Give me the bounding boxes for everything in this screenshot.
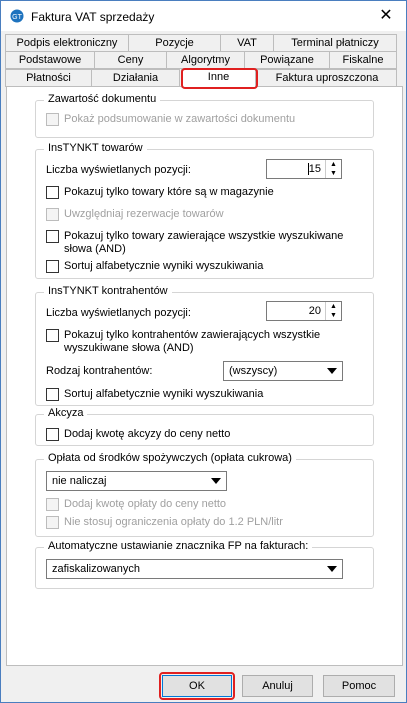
spinner-buttons: ▲ ▼ bbox=[325, 160, 341, 178]
kontrahenci-all-words-label-2: wyszukiwane słowa (AND) bbox=[64, 342, 194, 354]
kontrahenci-count-value: 20 bbox=[308, 305, 321, 317]
oplata-no-limit-checkbox[interactable] bbox=[46, 516, 59, 529]
close-icon[interactable]: ✕ bbox=[372, 4, 400, 28]
kontrahenci-count-spinner[interactable]: 20 ▲ ▼ bbox=[266, 301, 342, 321]
kontrahenci-sort-label: Sortuj alfabetycznie wyniki wyszukiwania bbox=[64, 388, 264, 400]
show-summary-checkbox[interactable] bbox=[46, 113, 59, 126]
text-cursor bbox=[308, 163, 309, 175]
chevron-down-icon bbox=[327, 566, 337, 572]
fp-select-value: zafiskalizowanych bbox=[52, 563, 141, 575]
group-title: Opłata od środków spożywczych (opłata cu… bbox=[44, 452, 296, 464]
only-in-stock-checkbox[interactable] bbox=[46, 186, 59, 199]
kontrahenci-all-words-label-1: Pokazuj tylko kontrahentów zawierających… bbox=[64, 329, 321, 341]
dialog-window: GT Faktura VAT sprzedaży ✕ Podpis elektr… bbox=[0, 0, 407, 703]
only-in-stock-label: Pokazuj tylko towary które są w magazyni… bbox=[64, 186, 274, 198]
group-title: Automatyczne ustawianie znacznika FP na … bbox=[44, 540, 313, 552]
cancel-button[interactable]: Anuluj bbox=[242, 675, 313, 697]
reservations-checkbox[interactable] bbox=[46, 208, 59, 221]
tab-fiskalne[interactable]: Fiskalne bbox=[329, 51, 397, 69]
kontrahenci-all-words-checkbox[interactable] bbox=[46, 329, 59, 342]
tab-dzialania[interactable]: Działania bbox=[91, 69, 180, 87]
oplata-no-limit-label: Nie stosuj ograniczenia opłaty do 1.2 PL… bbox=[64, 516, 283, 528]
kontrahenci-type-value: (wszyscy) bbox=[229, 365, 278, 377]
spinner-buttons: ▲ ▼ bbox=[325, 302, 341, 320]
towary-count-value: 15 bbox=[308, 163, 321, 175]
kontrahenci-type-select[interactable]: (wszyscy) bbox=[223, 361, 343, 381]
ok-button[interactable]: OK bbox=[162, 675, 232, 697]
akcyza-add-label: Dodaj kwotę akcyzy do ceny netto bbox=[64, 428, 231, 440]
akcyza-add-checkbox[interactable] bbox=[46, 428, 59, 441]
tab-algorytmy[interactable]: Algorytmy bbox=[166, 51, 245, 69]
spin-up-icon[interactable]: ▲ bbox=[326, 160, 341, 169]
tab-podstawowe[interactable]: Podstawowe bbox=[5, 51, 95, 69]
app-logo-icon: GT bbox=[10, 9, 24, 23]
towary-sort-checkbox[interactable] bbox=[46, 260, 59, 273]
chevron-down-icon bbox=[327, 368, 337, 374]
tab-podpis-elektroniczny[interactable]: Podpis elektroniczny bbox=[5, 34, 129, 52]
tab-terminal-platniczy[interactable]: Terminal płatniczy bbox=[273, 34, 397, 52]
spin-up-icon[interactable]: ▲ bbox=[326, 302, 341, 311]
kontrahenci-sort-checkbox[interactable] bbox=[46, 388, 59, 401]
tab-pozycje[interactable]: Pozycje bbox=[128, 34, 221, 52]
chevron-down-icon bbox=[211, 478, 221, 484]
group-title: Zawartość dokumentu bbox=[44, 93, 161, 105]
towary-all-words-checkbox[interactable] bbox=[46, 230, 59, 243]
group-title: Akcyza bbox=[44, 407, 88, 419]
window-title: Faktura VAT sprzedaży bbox=[31, 10, 155, 24]
show-summary-label: Pokaż podsumowanie w zawartości dokument… bbox=[64, 113, 296, 125]
tab-inne[interactable]: Inne bbox=[181, 68, 256, 88]
towary-all-words-label-1: Pokazuj tylko towary zawierające wszystk… bbox=[64, 230, 344, 242]
kontrahenci-type-label: Rodzaj kontrahentów: bbox=[46, 365, 153, 377]
tab-powiazane[interactable]: Powiązane bbox=[244, 51, 330, 69]
oplata-add-label: Dodaj kwotę opłaty do ceny netto bbox=[64, 498, 227, 510]
tab-vat[interactable]: VAT bbox=[220, 34, 274, 52]
help-button[interactable]: Pomoc bbox=[323, 675, 395, 697]
tab-faktura-uproszczona[interactable]: Faktura uproszczona bbox=[257, 69, 397, 87]
oplata-select-value: nie naliczaj bbox=[52, 475, 107, 487]
title-bar: GT Faktura VAT sprzedaży ✕ bbox=[1, 1, 406, 31]
spin-down-icon[interactable]: ▼ bbox=[326, 311, 341, 320]
reservations-label: Uwzględniaj rezerwacje towarów bbox=[64, 208, 224, 220]
spin-down-icon[interactable]: ▼ bbox=[326, 169, 341, 178]
tab-ceny[interactable]: Ceny bbox=[94, 51, 167, 69]
oplata-select[interactable]: nie naliczaj bbox=[46, 471, 227, 491]
towary-count-label: Liczba wyświetlanych pozycji: bbox=[46, 164, 191, 176]
tab-platnosci[interactable]: Płatności bbox=[5, 69, 92, 87]
group-title: InsTYNKT kontrahentów bbox=[44, 285, 172, 297]
towary-sort-label: Sortuj alfabetycznie wyniki wyszukiwania bbox=[64, 260, 264, 272]
towary-all-words-label-2: słowa (AND) bbox=[64, 243, 126, 255]
group-title: InsTYNKT towarów bbox=[44, 142, 147, 154]
svg-text:GT: GT bbox=[12, 14, 22, 21]
fp-select[interactable]: zafiskalizowanych bbox=[46, 559, 343, 579]
oplata-add-checkbox[interactable] bbox=[46, 498, 59, 511]
kontrahenci-count-label: Liczba wyświetlanych pozycji: bbox=[46, 307, 191, 319]
towary-count-spinner[interactable]: 15 ▲ ▼ bbox=[266, 159, 342, 179]
